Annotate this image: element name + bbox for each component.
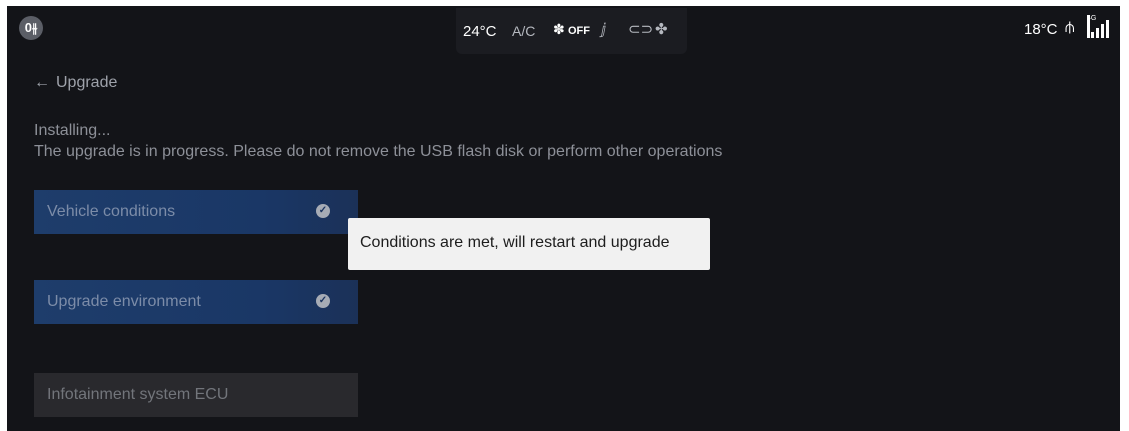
car-recirculation-icon[interactable]: ⊂⊃ xyxy=(628,20,653,38)
signal-bars-icon: 4G xyxy=(1087,15,1113,38)
step-label: Vehicle conditions xyxy=(47,203,176,220)
step-upgrade-environment: Upgrade environment ✓ xyxy=(34,280,358,324)
fan-icon[interactable]: ✽ xyxy=(553,21,565,38)
step-label: Infotainment system ECU xyxy=(47,386,229,403)
step-vehicle-conditions: Vehicle conditions ✓ xyxy=(34,190,358,234)
climate-bar[interactable]: 24°C A/C ✽ OFF ⅉ ⊂⊃ ✤ xyxy=(456,8,687,54)
network-type: 4G xyxy=(1087,15,1096,38)
toast-text: Conditions are met, will restart and upg… xyxy=(360,234,670,251)
check-icon: ✓ xyxy=(316,204,330,218)
step-infotainment-ecu: Infotainment system ECU xyxy=(34,373,358,417)
page-title: Upgrade xyxy=(56,74,118,91)
status-bar: 0⫳ 24°C A/C ✽ OFF ⅉ ⊂⊃ ✤ 18°C ⫛ 4G xyxy=(7,6,1120,54)
check-icon: ✓ xyxy=(316,294,330,308)
outside-temperature: 18°C xyxy=(1024,21,1058,38)
install-status-description: The upgrade is in progress. Please do no… xyxy=(34,143,723,160)
toast-message: Conditions are met, will restart and upg… xyxy=(348,218,710,270)
back-arrow-icon: ← xyxy=(34,74,50,91)
climate-temperature[interactable]: 24°C xyxy=(463,23,497,40)
back-button[interactable]: ← Upgrade xyxy=(34,74,117,92)
fog-light-icon[interactable]: 0⫳ xyxy=(19,16,43,40)
fan-state: OFF xyxy=(568,25,590,37)
usb-icon: ⫛ xyxy=(1065,19,1075,36)
ac-label[interactable]: A/C xyxy=(512,23,535,39)
seat-airflow-icon[interactable]: ⅉ xyxy=(601,20,606,38)
upgrade-screen: 0⫳ 24°C A/C ✽ OFF ⅉ ⊂⊃ ✤ 18°C ⫛ 4G ← Upgr… xyxy=(7,6,1120,431)
fan-speed-icon[interactable]: ✤ xyxy=(655,20,668,38)
step-label: Upgrade environment xyxy=(47,293,201,310)
install-status-title: Installing... xyxy=(34,122,111,139)
